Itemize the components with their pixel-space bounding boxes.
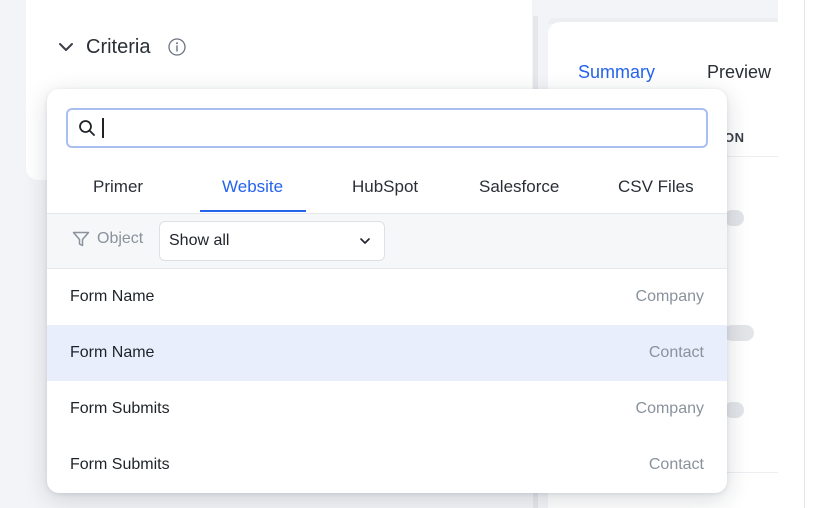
tab-hubspot[interactable]: HubSpot xyxy=(352,177,418,197)
field-name: Form Name xyxy=(70,288,155,305)
field-picker-popover: Primer Website HubSpot Salesforce CSV Fi… xyxy=(47,89,727,493)
search-input[interactable] xyxy=(109,112,706,144)
chevron-down-icon[interactable] xyxy=(56,37,76,57)
list-item[interactable]: Form Name Company xyxy=(47,269,727,325)
criteria-title: Criteria xyxy=(86,35,151,58)
page-edge-line xyxy=(804,0,805,508)
object-select[interactable]: Show all xyxy=(159,221,385,261)
active-tab-indicator xyxy=(200,210,306,212)
source-tabs: Primer Website HubSpot Salesforce CSV Fi… xyxy=(47,161,727,214)
column-header-fragment: ON xyxy=(724,130,745,145)
search-box[interactable] xyxy=(66,108,708,148)
text-caret xyxy=(102,118,104,138)
criteria-header[interactable]: Criteria xyxy=(56,32,187,62)
list-item[interactable]: Form Submits Contact xyxy=(47,437,727,493)
list-item[interactable]: Form Name Contact xyxy=(47,325,727,381)
object-filter-label: Object xyxy=(71,229,143,249)
field-name: Form Submits xyxy=(70,400,170,417)
tab-preview[interactable]: Preview xyxy=(707,62,771,83)
tab-csv-files[interactable]: CSV Files xyxy=(618,177,694,197)
tab-salesforce[interactable]: Salesforce xyxy=(479,177,559,197)
field-name: Form Submits xyxy=(70,456,170,473)
tab-primer[interactable]: Primer xyxy=(93,177,143,197)
field-name: Form Name xyxy=(70,344,155,361)
field-object: Company xyxy=(635,400,704,417)
object-select-value: Show all xyxy=(169,232,230,249)
placeholder-pill xyxy=(724,402,744,418)
filter-icon xyxy=(72,231,90,247)
placeholder-pill xyxy=(724,210,744,226)
field-object: Company xyxy=(635,288,704,305)
tab-website[interactable]: Website xyxy=(222,177,283,197)
info-icon[interactable] xyxy=(168,38,187,56)
list-item[interactable]: Form Submits Company xyxy=(47,381,727,437)
field-object: Contact xyxy=(648,344,704,361)
search-icon xyxy=(79,120,95,136)
tab-summary[interactable]: Summary xyxy=(578,62,655,83)
placeholder-pill xyxy=(724,325,754,341)
filter-label-text: Object xyxy=(97,230,144,247)
filter-bar: Object Show all xyxy=(47,214,727,269)
field-list: Form Name Company Form Name Contact Form… xyxy=(47,269,727,493)
field-object: Contact xyxy=(648,456,704,473)
chevron-down-icon xyxy=(360,238,370,244)
